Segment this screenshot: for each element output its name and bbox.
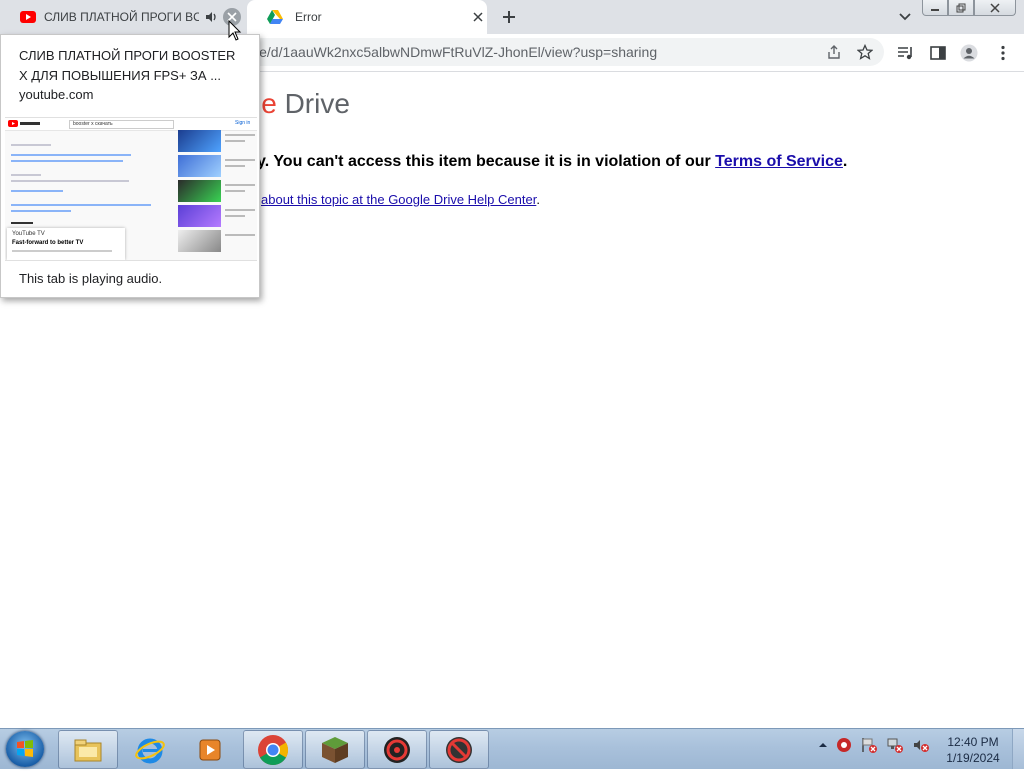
close-icon [473, 12, 483, 22]
preview-text-line [11, 154, 131, 156]
hover-card-title: СЛИВ ПЛАТНОЙ ПРОГИ BOOSTER X ДЛЯ ПОВЫШЕН… [19, 48, 236, 83]
blocked-app-icon [446, 736, 472, 763]
popup-text: Fast-forward to better TV [12, 240, 84, 246]
tab-close-button[interactable] [469, 8, 487, 26]
youtube-icon [20, 11, 36, 23]
preview-text-line [11, 190, 63, 192]
restore-icon [956, 3, 966, 12]
preview-text-line [11, 180, 129, 182]
preview-text-line [225, 209, 255, 211]
url-text[interactable]: le/d/1aauWk2nxc5albwNDmwFtRuVlZ-JhonEl/v… [256, 44, 657, 60]
profile-avatar-icon[interactable] [960, 44, 978, 62]
minimize-button[interactable] [922, 0, 948, 16]
google-drive-logo: le Drive [255, 88, 350, 119]
plus-icon [503, 11, 515, 23]
audio-status-text: This tab is playing audio. [19, 271, 163, 286]
terms-of-service-link[interactable]: Terms of Service [715, 153, 843, 170]
tab-title: Error [295, 10, 322, 24]
tab-title: СЛИВ ПЛАТНОЙ ПРОГИ BOOSTER X ДЛЯ ПОВЫШЕН… [44, 10, 199, 24]
video-thumbnail [178, 155, 221, 177]
show-desktop-button[interactable] [1012, 729, 1024, 769]
taskbar-antivirus[interactable] [367, 730, 427, 769]
video-thumbnail [178, 230, 221, 252]
mouse-cursor-icon [228, 20, 242, 41]
preview-sign-in: Sign in [235, 120, 251, 126]
start-button[interactable] [6, 731, 44, 767]
taskbar-blocked-app[interactable] [429, 730, 489, 769]
show-hidden-icons-icon[interactable] [818, 740, 828, 750]
tab-hover-card: СЛИВ ПЛАТНОЙ ПРОГИ BOOSTER X ДЛЯ ПОВЫШЕН… [0, 34, 260, 298]
preview-search: booster x скачать [69, 120, 174, 129]
tab-error[interactable]: Error [247, 0, 487, 34]
video-thumbnail [178, 130, 221, 152]
speaker-icon[interactable] [205, 10, 219, 24]
window-controls [922, 0, 1016, 16]
help-center-link[interactable]: about this topic at the Google Drive Hel… [261, 192, 536, 207]
preview-text-line [225, 140, 245, 142]
clock-time: 12:40 PM [947, 735, 999, 749]
share-icon[interactable] [826, 44, 842, 60]
preview-text-line [11, 144, 51, 146]
taskbar-clock[interactable]: 12:40 PM 1/19/2024 [938, 734, 1008, 766]
antivirus-icon [384, 736, 410, 763]
preview-text-line [11, 204, 151, 206]
preview-text-line [225, 190, 245, 192]
popup-title: YouTube TV [12, 231, 45, 237]
volume-muted-icon[interactable] [912, 737, 930, 753]
video-thumbnail [178, 180, 221, 202]
media-player-icon [199, 739, 221, 760]
preview-youtube-tv-popup: YouTube TV Fast-forward to better TV [7, 228, 125, 260]
windows-logo-icon [17, 740, 33, 757]
minecraft-icon [322, 736, 348, 763]
hover-card-preview: booster x скачать Sign in YouTube TV Fas… [5, 117, 257, 261]
network-icon[interactable] [886, 737, 904, 753]
tab-strip: СЛИВ ПЛАТНОЙ ПРОГИ BOOSTER X ДЛЯ ПОВЫШЕН… [0, 0, 1024, 34]
video-thumbnail [178, 205, 221, 227]
address-bar[interactable]: le/d/1aauWk2nxc5albwNDmwFtRuVlZ-JhonEl/v… [232, 38, 884, 66]
clock-date: 1/19/2024 [946, 751, 1000, 765]
menu-kebab-icon[interactable] [994, 44, 1012, 62]
internet-explorer-icon [135, 738, 165, 763]
preview-text-line [225, 159, 255, 161]
side-panel-icon[interactable] [929, 44, 947, 62]
preview-text-line [225, 234, 255, 236]
media-control-icon[interactable] [897, 44, 915, 62]
preview-text-line [11, 174, 41, 176]
close-window-button[interactable] [974, 0, 1016, 16]
maximize-button[interactable] [948, 0, 974, 16]
minimize-icon [931, 8, 939, 11]
preview-text-line [225, 165, 245, 167]
taskbar-media-player[interactable] [180, 730, 240, 769]
taskbar-internet-explorer[interactable] [120, 730, 180, 769]
windows-taskbar: 12:40 PM 1/19/2024 [0, 728, 1024, 769]
taskbar-chrome[interactable] [243, 730, 303, 769]
error-message: y. You can't access this item because it… [257, 153, 848, 170]
preview-text-line [11, 210, 71, 212]
close-icon [990, 2, 1000, 13]
preview-text-line [11, 160, 123, 162]
system-tray [818, 737, 930, 753]
preview-text-line [225, 134, 255, 136]
preview-text-line [11, 222, 33, 224]
hover-card-domain: youtube.com [19, 87, 94, 102]
youtube-logo-icon [8, 120, 40, 127]
help-text: about this topic at the Google Drive Hel… [261, 192, 540, 207]
new-tab-button[interactable] [498, 6, 520, 28]
taskbar-minecraft[interactable] [305, 730, 365, 769]
preview-text-line [225, 215, 245, 217]
antivirus-tray-icon[interactable] [836, 737, 852, 753]
tab-youtube[interactable]: СЛИВ ПЛАТНОЙ ПРОГИ BOOSTER X ДЛЯ ПОВЫШЕН… [0, 0, 246, 34]
preview-text-line [225, 184, 255, 186]
chrome-icon [258, 734, 289, 765]
taskbar-file-explorer[interactable] [58, 730, 118, 769]
star-icon[interactable] [857, 44, 873, 60]
google-drive-icon [267, 10, 283, 24]
popup-text-line [12, 250, 112, 252]
action-center-flag-icon[interactable] [860, 737, 878, 753]
file-explorer-icon [74, 739, 102, 761]
tab-search-chevron-icon[interactable] [895, 8, 915, 26]
